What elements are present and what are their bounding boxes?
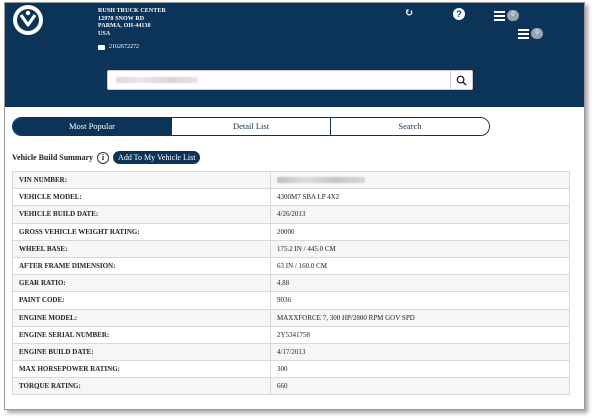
table-row: PAINT CODE: 9036 xyxy=(12,291,570,310)
row-value: 300 xyxy=(270,360,570,379)
row-label: TORQUE RATING: xyxy=(12,377,271,396)
header-bar: RUSH TRUCK CENTER 12970 SNOW RD PARMA, O… xyxy=(5,3,584,107)
row-label: GEAR RATIO: xyxy=(12,274,271,293)
info-icon[interactable]: i xyxy=(97,151,110,164)
row-value: 4300M7 SBA LP 4X2 xyxy=(270,188,570,207)
search-button[interactable] xyxy=(450,71,472,89)
redacted-search-text xyxy=(116,77,198,83)
dealer-address: RUSH TRUCK CENTER 12970 SNOW RD PARMA, O… xyxy=(98,8,166,38)
row-value: 4/17/2013 xyxy=(270,342,570,362)
dealer-name: RUSH TRUCK CENTER xyxy=(98,8,166,14)
help-icon[interactable]: ? xyxy=(453,8,465,20)
row-label: WHEEL BASE: xyxy=(12,239,271,258)
row-label: ENGINE BUILD DATE: xyxy=(12,342,271,362)
redacted-vin xyxy=(277,177,365,184)
logo-icon[interactable] xyxy=(12,4,44,36)
search-icon xyxy=(456,75,467,86)
row-value: 660 xyxy=(270,377,570,396)
row-label: ENGINE SERIAL NUMBER: xyxy=(12,325,271,344)
dealer-city: PARMA, OH-44130 xyxy=(98,23,151,29)
row-label: PAINT CODE: xyxy=(12,291,271,310)
tab-most-popular[interactable]: Most Popular xyxy=(13,118,171,135)
row-value: 63 IN / 160.0 CM xyxy=(270,256,570,276)
list-count-badge: 0 xyxy=(507,10,519,21)
dealer-phone-number: 2162672272 xyxy=(109,44,139,50)
table-row: ENGINE MODEL: MAXXFORCE 7, 300 HP/2800 R… xyxy=(12,308,570,327)
table-row: VEHICLE MODEL: 4300M7 SBA LP 4X2 xyxy=(12,188,570,207)
row-label: AFTER FRAME DIMENSION: xyxy=(12,256,271,276)
table-row: GROSS VEHICLE WEIGHT RATING: 20000 xyxy=(12,222,570,241)
row-value: 4/26/2013 xyxy=(270,205,570,224)
build-summary-table: VIN NUMBER: VEHICLE MODEL: 4300M7 SBA LP… xyxy=(12,170,570,396)
summary-title: Vehicle Build Summary xyxy=(12,153,94,162)
row-value: 9036 xyxy=(270,291,570,310)
row-label: VEHICLE BUILD DATE: xyxy=(12,205,271,224)
search-box xyxy=(107,70,473,90)
table-row: ENGINE SERIAL NUMBER: 2Y5341758 xyxy=(12,325,570,344)
list-icon xyxy=(494,10,505,21)
add-to-vehicle-list-button[interactable]: Add To My Vehicle List xyxy=(113,151,201,164)
table-row: TORQUE RATING: 660 xyxy=(12,377,570,396)
list-count-badge: 0 xyxy=(531,28,543,39)
row-value: MAXXFORCE 7, 300 HP/2800 RPM GOV SPD xyxy=(270,308,570,327)
row-value: 4.88 xyxy=(270,274,570,293)
row-label: VEHICLE MODEL: xyxy=(12,188,271,207)
view-tabs: Most Popular Detail List Search xyxy=(12,117,490,136)
table-row: MAX HORSEPOWER RATING: 300 xyxy=(12,360,570,379)
tab-detail-list[interactable]: Detail List xyxy=(171,118,330,135)
table-row: WHEEL BASE: 175.2 IN / 445.0 CM xyxy=(12,239,570,258)
row-label: GROSS VEHICLE WEIGHT RATING: xyxy=(12,222,271,241)
summary-header: Vehicle Build Summary i Add To My Vehicl… xyxy=(12,151,201,164)
row-value: 175.2 IN / 445.0 CM xyxy=(270,239,570,258)
tab-search[interactable]: Search xyxy=(330,118,489,135)
row-value: 2Y5341758 xyxy=(270,325,570,344)
refresh-icon[interactable]: ↻ xyxy=(403,7,415,19)
row-label: MAX HORSEPOWER RATING: xyxy=(12,360,271,379)
dealer-street: 12970 SNOW RD xyxy=(98,15,145,22)
table-row: ENGINE BUILD DATE: 4/17/2013 xyxy=(12,342,570,362)
table-row: GEAR RATIO: 4.88 xyxy=(12,274,570,293)
row-value-vin xyxy=(270,170,570,190)
row-value: 20000 xyxy=(270,222,570,241)
row-label: ENGINE MODEL: xyxy=(12,308,271,327)
table-row: VIN NUMBER: xyxy=(12,170,570,190)
table-row: AFTER FRAME DIMENSION: 63 IN / 160.0 CM xyxy=(12,256,570,276)
phone-icon xyxy=(98,44,105,50)
row-label: VIN NUMBER: xyxy=(12,170,271,190)
vehicle-list-button[interactable]: 0 xyxy=(494,10,519,21)
dealer-phone: 2162672272 xyxy=(98,44,139,50)
compare-list-button[interactable]: 0 xyxy=(518,28,543,39)
dealer-country: USA xyxy=(98,30,111,37)
app-window: RUSH TRUCK CENTER 12970 SNOW RD PARMA, O… xyxy=(4,2,585,410)
table-row: VEHICLE BUILD DATE: 4/26/2013 xyxy=(12,205,570,224)
list-icon xyxy=(518,28,529,39)
